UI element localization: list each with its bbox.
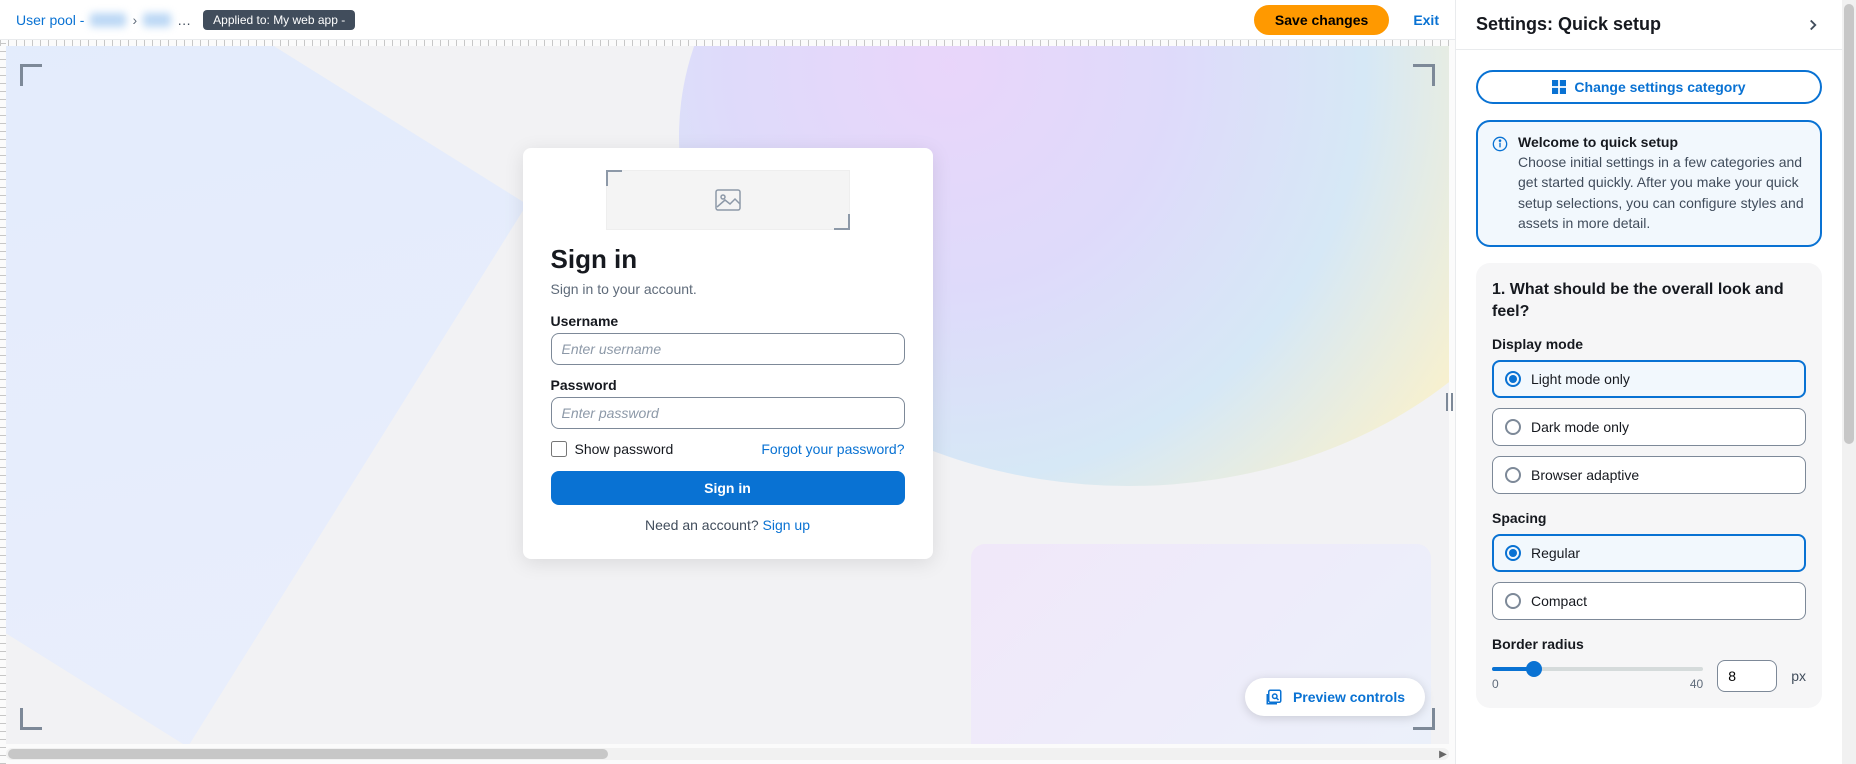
username-input[interactable] (551, 333, 905, 365)
slider-thumb[interactable] (1526, 661, 1542, 677)
signin-button[interactable]: Sign in (551, 471, 905, 505)
preview-canvas: Sign in Sign in to your account. Usernam… (6, 46, 1449, 744)
display-mode-label: Display mode (1492, 336, 1806, 352)
slider-min: 0 (1492, 677, 1499, 691)
show-password-input[interactable] (551, 441, 567, 457)
info-title: Welcome to quick setup (1518, 134, 1806, 150)
info-body: Choose initial settings in a few categor… (1518, 152, 1806, 233)
spacing-label: Spacing (1492, 510, 1806, 526)
radio-dark-mode[interactable]: Dark mode only (1492, 408, 1806, 446)
password-label: Password (551, 377, 905, 393)
radio-spacing-compact[interactable]: Compact (1492, 582, 1806, 620)
radio-dot-icon (1505, 467, 1521, 483)
change-settings-label: Change settings category (1574, 79, 1745, 95)
breadcrumb-ellipsis: … (177, 12, 191, 28)
breadcrumb: User pool - › … (16, 12, 191, 28)
radio-browser-adaptive[interactable]: Browser adaptive (1492, 456, 1806, 494)
applied-to-value: My web app - (273, 13, 345, 27)
image-placeholder-icon (715, 189, 741, 211)
chevron-right-icon: › (132, 12, 137, 28)
page-vertical-scrollbar[interactable] (1842, 0, 1856, 764)
radio-compact-label: Compact (1531, 593, 1587, 609)
radio-light-label: Light mode only (1531, 371, 1630, 387)
sidebar-title: Settings: Quick setup (1476, 14, 1661, 35)
quick-setup-info: Welcome to quick setup Choose initial se… (1476, 120, 1822, 247)
password-input[interactable] (551, 397, 905, 429)
slider-max: 40 (1690, 677, 1703, 691)
question-1-heading: 1. What should be the overall look and f… (1492, 279, 1806, 322)
need-account-text: Need an account? (645, 517, 763, 533)
sidebar-collapse-icon[interactable] (1804, 16, 1822, 34)
breadcrumb-current (143, 13, 171, 27)
radio-dark-label: Dark mode only (1531, 419, 1629, 435)
panel-resize-handle[interactable] (1446, 393, 1455, 411)
radio-dot-icon (1505, 593, 1521, 609)
exit-link[interactable]: Exit (1413, 12, 1439, 28)
info-icon (1492, 136, 1508, 233)
scroll-right-icon[interactable]: ▶ (1437, 748, 1449, 760)
crop-corner-bl (20, 708, 42, 730)
crop-corner-tr (1413, 64, 1435, 86)
applied-to-chip: Applied to: My web app - (203, 10, 355, 30)
settings-sidebar: Settings: Quick setup Change settings ca… (1456, 0, 1842, 764)
radio-dot-icon (1505, 419, 1521, 435)
radio-spacing-regular[interactable]: Regular (1492, 534, 1806, 572)
crop-corner-tl (20, 64, 42, 86)
border-radius-label: Border radius (1492, 636, 1806, 652)
horizontal-scrollbar[interactable]: ◀ ▶ (6, 748, 1449, 760)
signin-heading: Sign in (551, 244, 905, 275)
radio-light-mode[interactable]: Light mode only (1492, 360, 1806, 398)
save-changes-button[interactable]: Save changes (1254, 5, 1389, 35)
radio-dot-icon (1505, 371, 1521, 387)
scrollbar-thumb[interactable] (8, 749, 608, 759)
breadcrumb-root[interactable]: User pool - (16, 12, 84, 28)
signin-subheading: Sign in to your account. (551, 281, 905, 297)
username-label: Username (551, 313, 905, 329)
border-radius-input[interactable] (1717, 660, 1777, 692)
signup-row: Need an account? Sign up (551, 517, 905, 533)
show-password-label: Show password (575, 441, 674, 457)
signup-link[interactable]: Sign up (763, 517, 810, 533)
radius-unit: px (1791, 668, 1806, 684)
show-password-checkbox[interactable]: Show password (551, 441, 674, 457)
scrollbar-thumb[interactable] (1844, 4, 1854, 444)
border-radius-slider[interactable]: 0 40 (1492, 661, 1703, 691)
radio-regular-label: Regular (1531, 545, 1580, 561)
change-settings-category-button[interactable]: Change settings category (1476, 70, 1822, 104)
logo-placeholder (606, 170, 850, 230)
preview-canvas-area: Sign in Sign in to your account. Usernam… (0, 40, 1455, 764)
top-bar: User pool - › … Applied to: My web app -… (0, 0, 1455, 40)
grid-icon (1552, 80, 1566, 94)
forgot-password-link[interactable]: Forgot your password? (761, 441, 904, 457)
preview-controls-button[interactable]: Preview controls (1245, 678, 1425, 716)
look-and-feel-section: 1. What should be the overall look and f… (1476, 263, 1822, 708)
preview-controls-label: Preview controls (1293, 689, 1405, 705)
radio-dot-icon (1505, 545, 1521, 561)
radio-adaptive-label: Browser adaptive (1531, 467, 1639, 483)
signin-card: Sign in Sign in to your account. Usernam… (523, 148, 933, 559)
expand-icon (1265, 688, 1283, 706)
breadcrumb-pool-name[interactable] (90, 13, 126, 27)
applied-to-prefix: Applied to: (213, 13, 273, 27)
